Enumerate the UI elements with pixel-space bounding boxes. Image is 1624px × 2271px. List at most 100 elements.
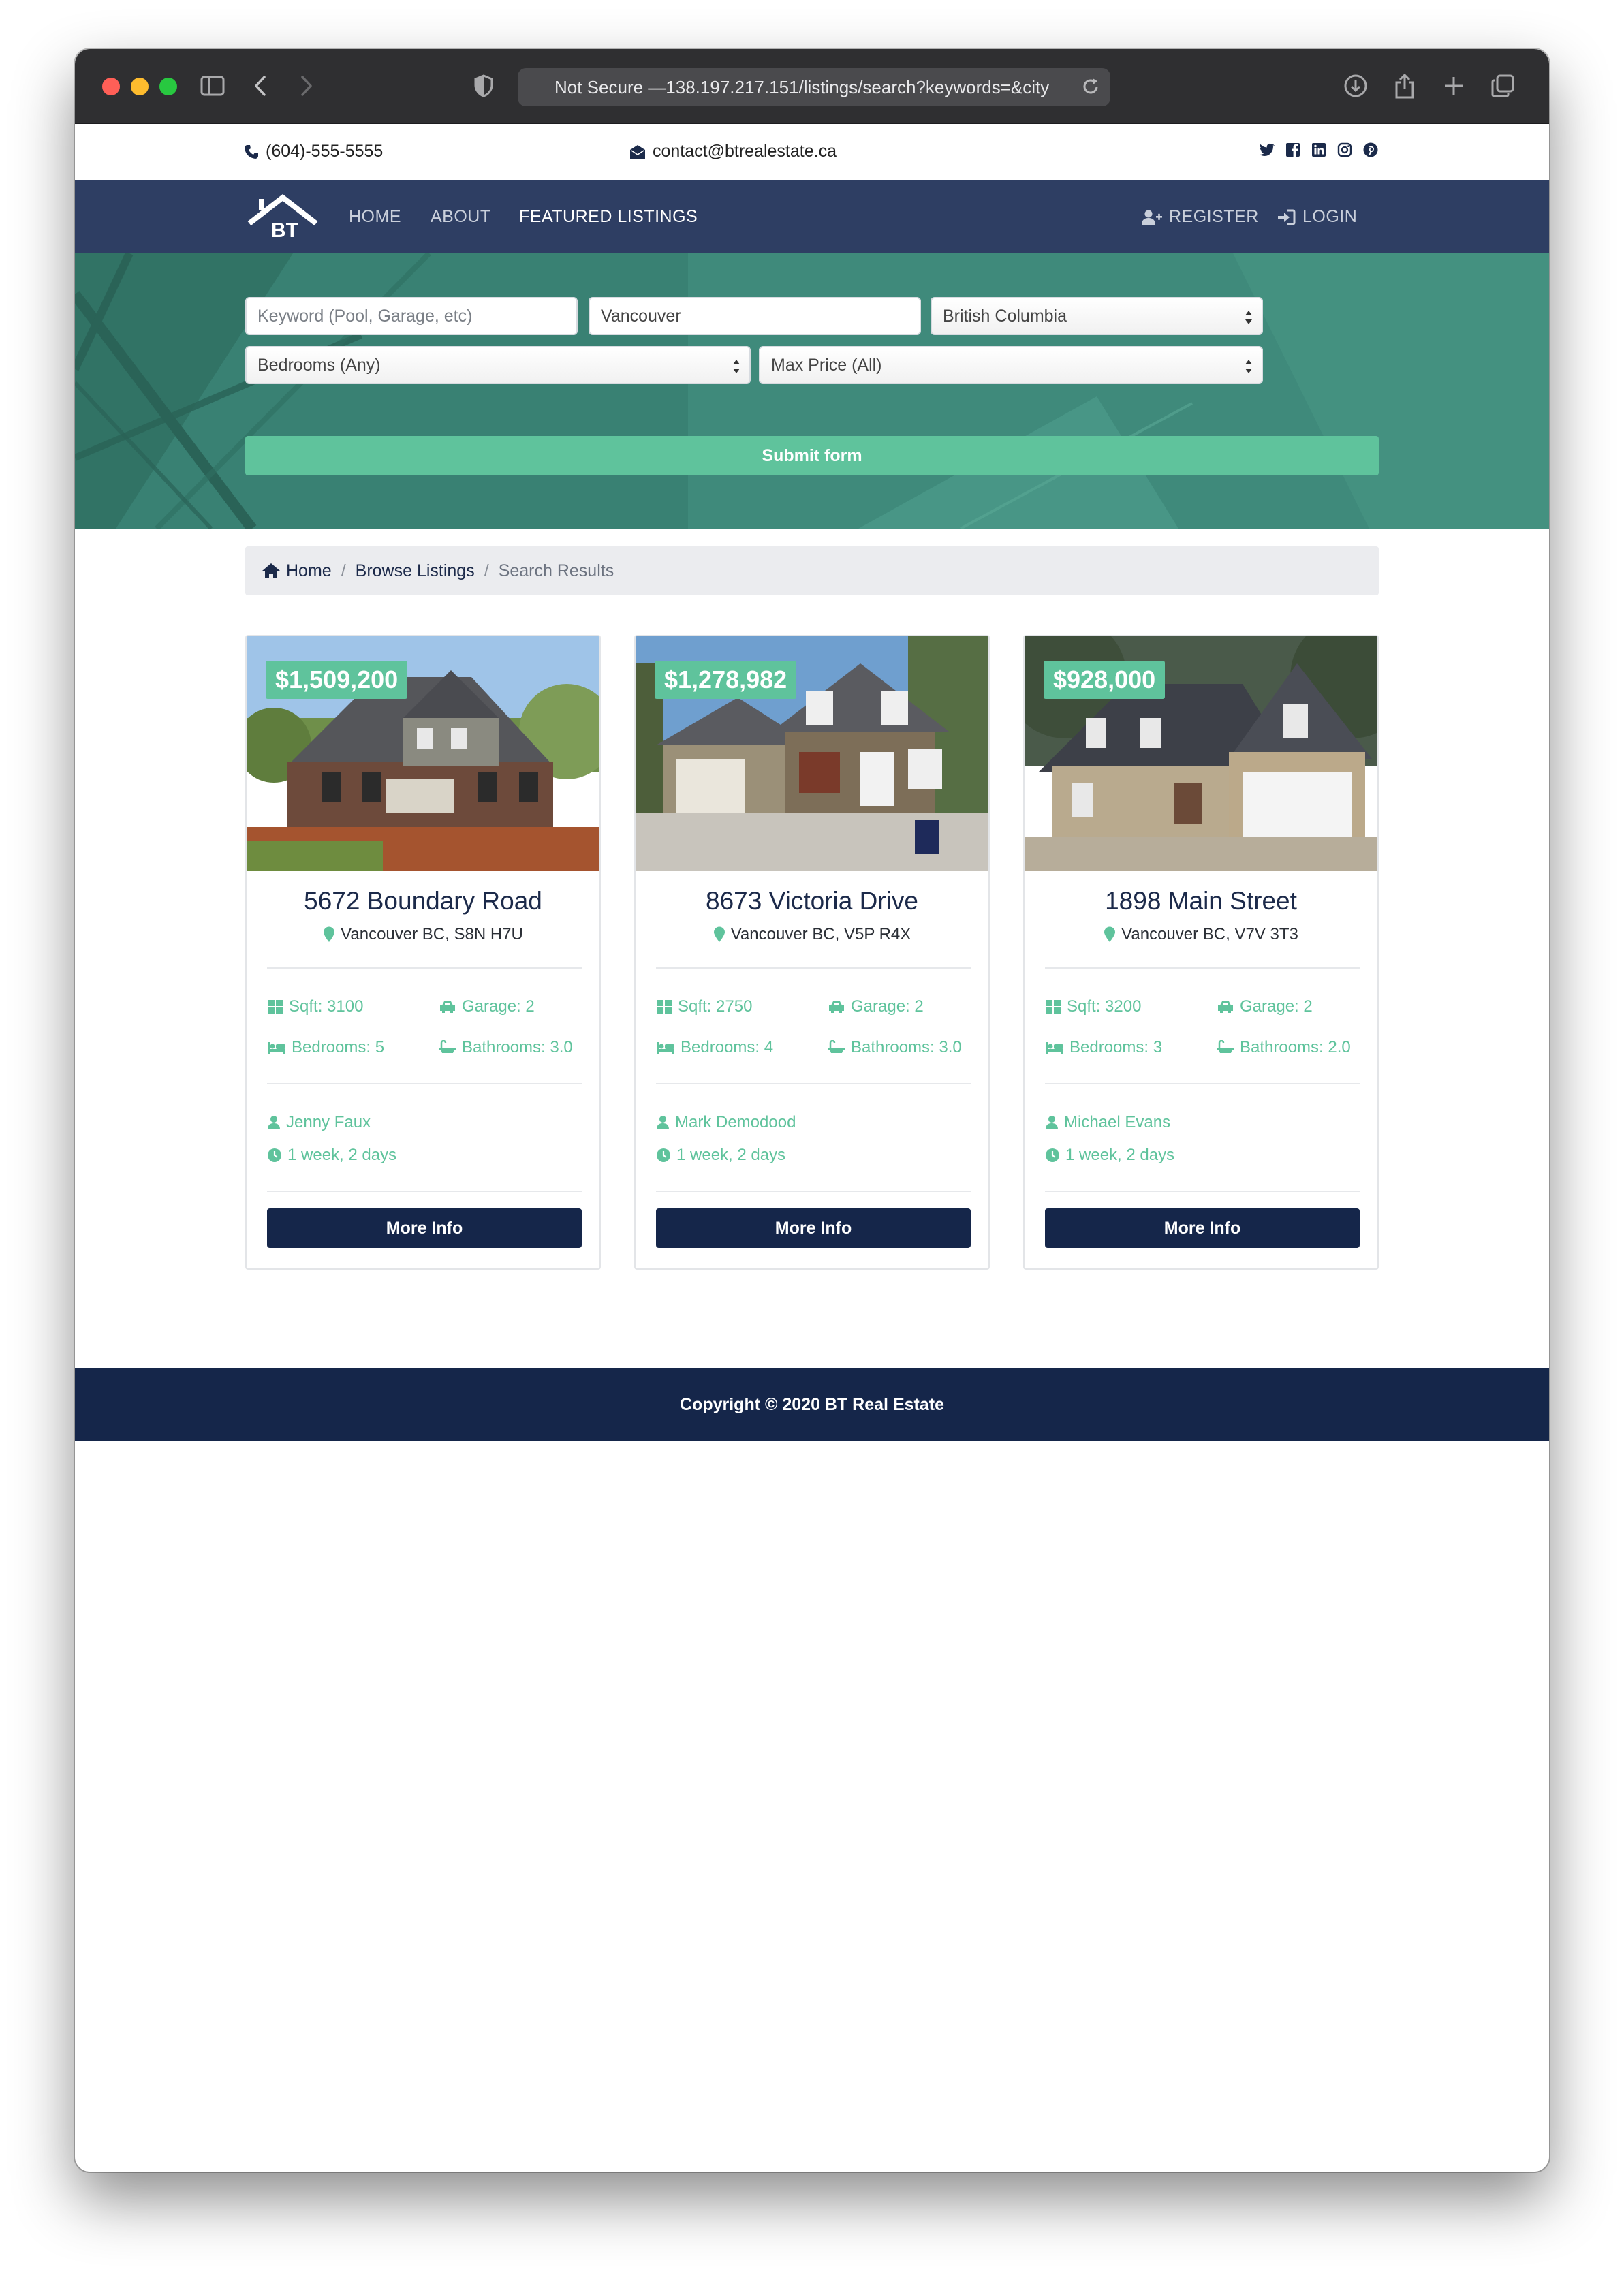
email-address[interactable]: contact@btrealestate.ca [653,142,837,161]
facebook-icon[interactable] [1285,142,1301,158]
site-footer: Copyright © 2020 BT Real Estate [75,1368,1549,1441]
listing-bedrooms-text: Bedrooms: 5 [292,1038,385,1056]
city-input[interactable]: Vancouver [589,297,921,335]
th-large-icon [1046,1000,1061,1014]
province-select-value: British Columbia [943,306,1067,326]
listing-garage-text: Garage: 2 [851,997,924,1016]
login-link[interactable]: LOGIN [1277,207,1357,227]
url-text: 138.197.217.151/listings/search?keywords… [666,76,1050,97]
login-label: LOGIN [1302,207,1358,226]
nav-featured-listings[interactable]: FEATURED LISTINGS [519,207,698,227]
listing-date: 1 week, 2 days [267,1146,396,1165]
listing-realtor[interactable]: Michael Evans [1045,1113,1170,1132]
listing-realtor[interactable]: Jenny Faux [267,1113,371,1132]
instagram-icon[interactable] [1337,142,1353,158]
share-icon[interactable] [1390,67,1420,105]
listing-bedrooms-text: Bedrooms: 4 [681,1038,774,1056]
th-large-icon [268,1000,283,1014]
email-contact: contact@btrealestate.ca [629,142,837,161]
web-page: (604)-555-5555 contact@btrealestate.ca B… [75,124,1549,2172]
bath-icon [1217,1040,1234,1053]
user-plus-icon [1142,210,1162,225]
listing-sqft: Sqft: 3100 [267,997,363,1016]
forward-icon[interactable] [293,67,320,105]
th-large-icon [657,1000,672,1014]
reload-icon[interactable] [1080,76,1101,101]
user-icon [657,1116,669,1129]
listing-address-text: Vancouver BC, S8N H7U [341,925,523,943]
address-bar[interactable]: Not Secure — 138.197.217.151/listings/se… [518,68,1110,106]
hero-background-image [75,253,1549,529]
divider [656,967,971,969]
breadcrumb-browse-listings[interactable]: Browse Listings [356,561,475,581]
copyright-text: Copyright © 2020 BT Real Estate [680,1394,944,1414]
listing-sqft: Sqft: 2750 [656,997,752,1016]
more-info-button[interactable]: More Info [267,1208,582,1248]
listing-title: 1898 Main Street [1105,887,1297,915]
listing-photo[interactable]: $1,509,200 [247,636,599,871]
divider [1045,967,1360,969]
keyword-input[interactable]: Keyword (Pool, Garage, etc) [245,297,578,335]
listing-photo[interactable]: $1,278,982 [636,636,988,871]
listing-address: Vancouver BC, V7V 3T3 [1025,925,1377,944]
nav-about[interactable]: ABOUT [431,207,491,227]
breadcrumb-current: Search Results [498,561,614,580]
new-tab-icon[interactable] [1439,67,1469,105]
listing-date: 1 week, 2 days [1045,1146,1174,1165]
bt-logo[interactable]: BT [245,192,320,242]
listing-address: Vancouver BC, V5P R4X [636,925,988,944]
tab-overview-icon[interactable] [1488,67,1518,105]
twitter-icon[interactable] [1259,142,1275,158]
listing-garage: Garage: 2 [1217,997,1313,1016]
more-info-button[interactable]: More Info [656,1208,971,1248]
listing-address: Vancouver BC, S8N H7U [247,925,599,944]
divider [267,967,582,969]
divider [267,1191,582,1192]
bedrooms-select[interactable]: Bedrooms (Any) [245,346,751,384]
clock-icon [268,1148,281,1162]
sign-in-icon [1278,209,1296,225]
listing-realtor-name: Mark Demodood [675,1113,796,1131]
car-icon [1218,1001,1233,1013]
submit-search-button[interactable]: Submit form [245,436,1379,475]
zoom-window-button[interactable] [159,78,177,95]
bed-icon [268,1042,285,1054]
home-icon [262,563,280,578]
listing-date-text: 1 week, 2 days [676,1146,786,1164]
privacy-shield-icon[interactable] [470,67,497,105]
pinterest-icon[interactable] [1362,142,1379,158]
downloads-icon[interactable] [1341,67,1371,105]
search-hero: Keyword (Pool, Garage, etc) Vancouver Br… [75,253,1549,529]
contact-bar: (604)-555-5555 contact@btrealestate.ca [75,124,1549,180]
listing-garage-text: Garage: 2 [1240,997,1313,1016]
breadcrumb-home[interactable]: Home [262,561,332,581]
linkedin-icon[interactable] [1311,142,1327,158]
close-window-button[interactable] [102,78,120,95]
register-label: REGISTER [1169,207,1259,226]
main-navigation: BT HOME ABOUT FEATURED LISTINGS REGISTER… [75,180,1549,253]
minimize-window-button[interactable] [131,78,149,95]
phone-contact: (604)-555-5555 [244,142,383,161]
max-price-select[interactable]: Max Price (All) [759,346,1263,384]
register-link[interactable]: REGISTER [1142,207,1259,227]
listing-bedrooms: Bedrooms: 4 [656,1038,773,1057]
listing-bedrooms: Bedrooms: 3 [1045,1038,1162,1057]
listing-realtor[interactable]: Mark Demodood [656,1113,796,1132]
bed-icon [657,1042,674,1054]
nav-home[interactable]: HOME [349,207,401,227]
listing-photo[interactable]: $928,000 [1025,636,1377,871]
browser-toolbar: Not Secure — 138.197.217.151/listings/se… [75,49,1549,124]
sidebar-toggle-icon[interactable] [198,67,228,105]
select-arrows-icon [733,360,740,373]
listing-sqft-text: Sqft: 3100 [289,997,364,1016]
listing-sqft: Sqft: 3200 [1045,997,1141,1016]
listing-sqft-text: Sqft: 2750 [678,997,753,1016]
back-icon[interactable] [247,67,274,105]
listing-bedrooms-text: Bedrooms: 3 [1069,1038,1163,1056]
listing-card: $1,278,982 8673 Victoria Drive Vancouver… [634,635,990,1270]
listing-title: 5672 Boundary Road [304,887,542,915]
province-select[interactable]: British Columbia [931,297,1263,335]
more-info-button[interactable]: More Info [1045,1208,1360,1248]
logo-text: BT [271,219,298,241]
bath-icon [439,1040,456,1053]
